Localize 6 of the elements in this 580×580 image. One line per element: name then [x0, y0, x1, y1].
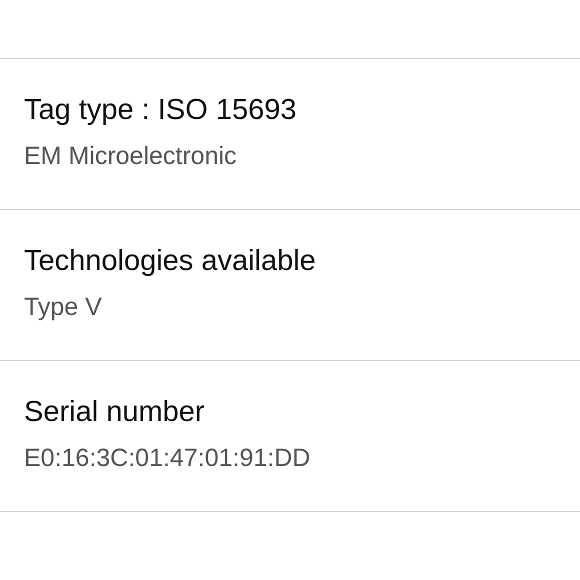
row-value: Type V [24, 292, 103, 323]
row-value: EM Microelectronic [24, 141, 238, 172]
row-title: Serial number [24, 395, 206, 430]
row-title: Tag type : ISO 15693 [24, 93, 298, 128]
row-value: E0:16:3C:01:47:01:91:DD [24, 443, 312, 474]
row-title: Technologies available [24, 244, 317, 279]
